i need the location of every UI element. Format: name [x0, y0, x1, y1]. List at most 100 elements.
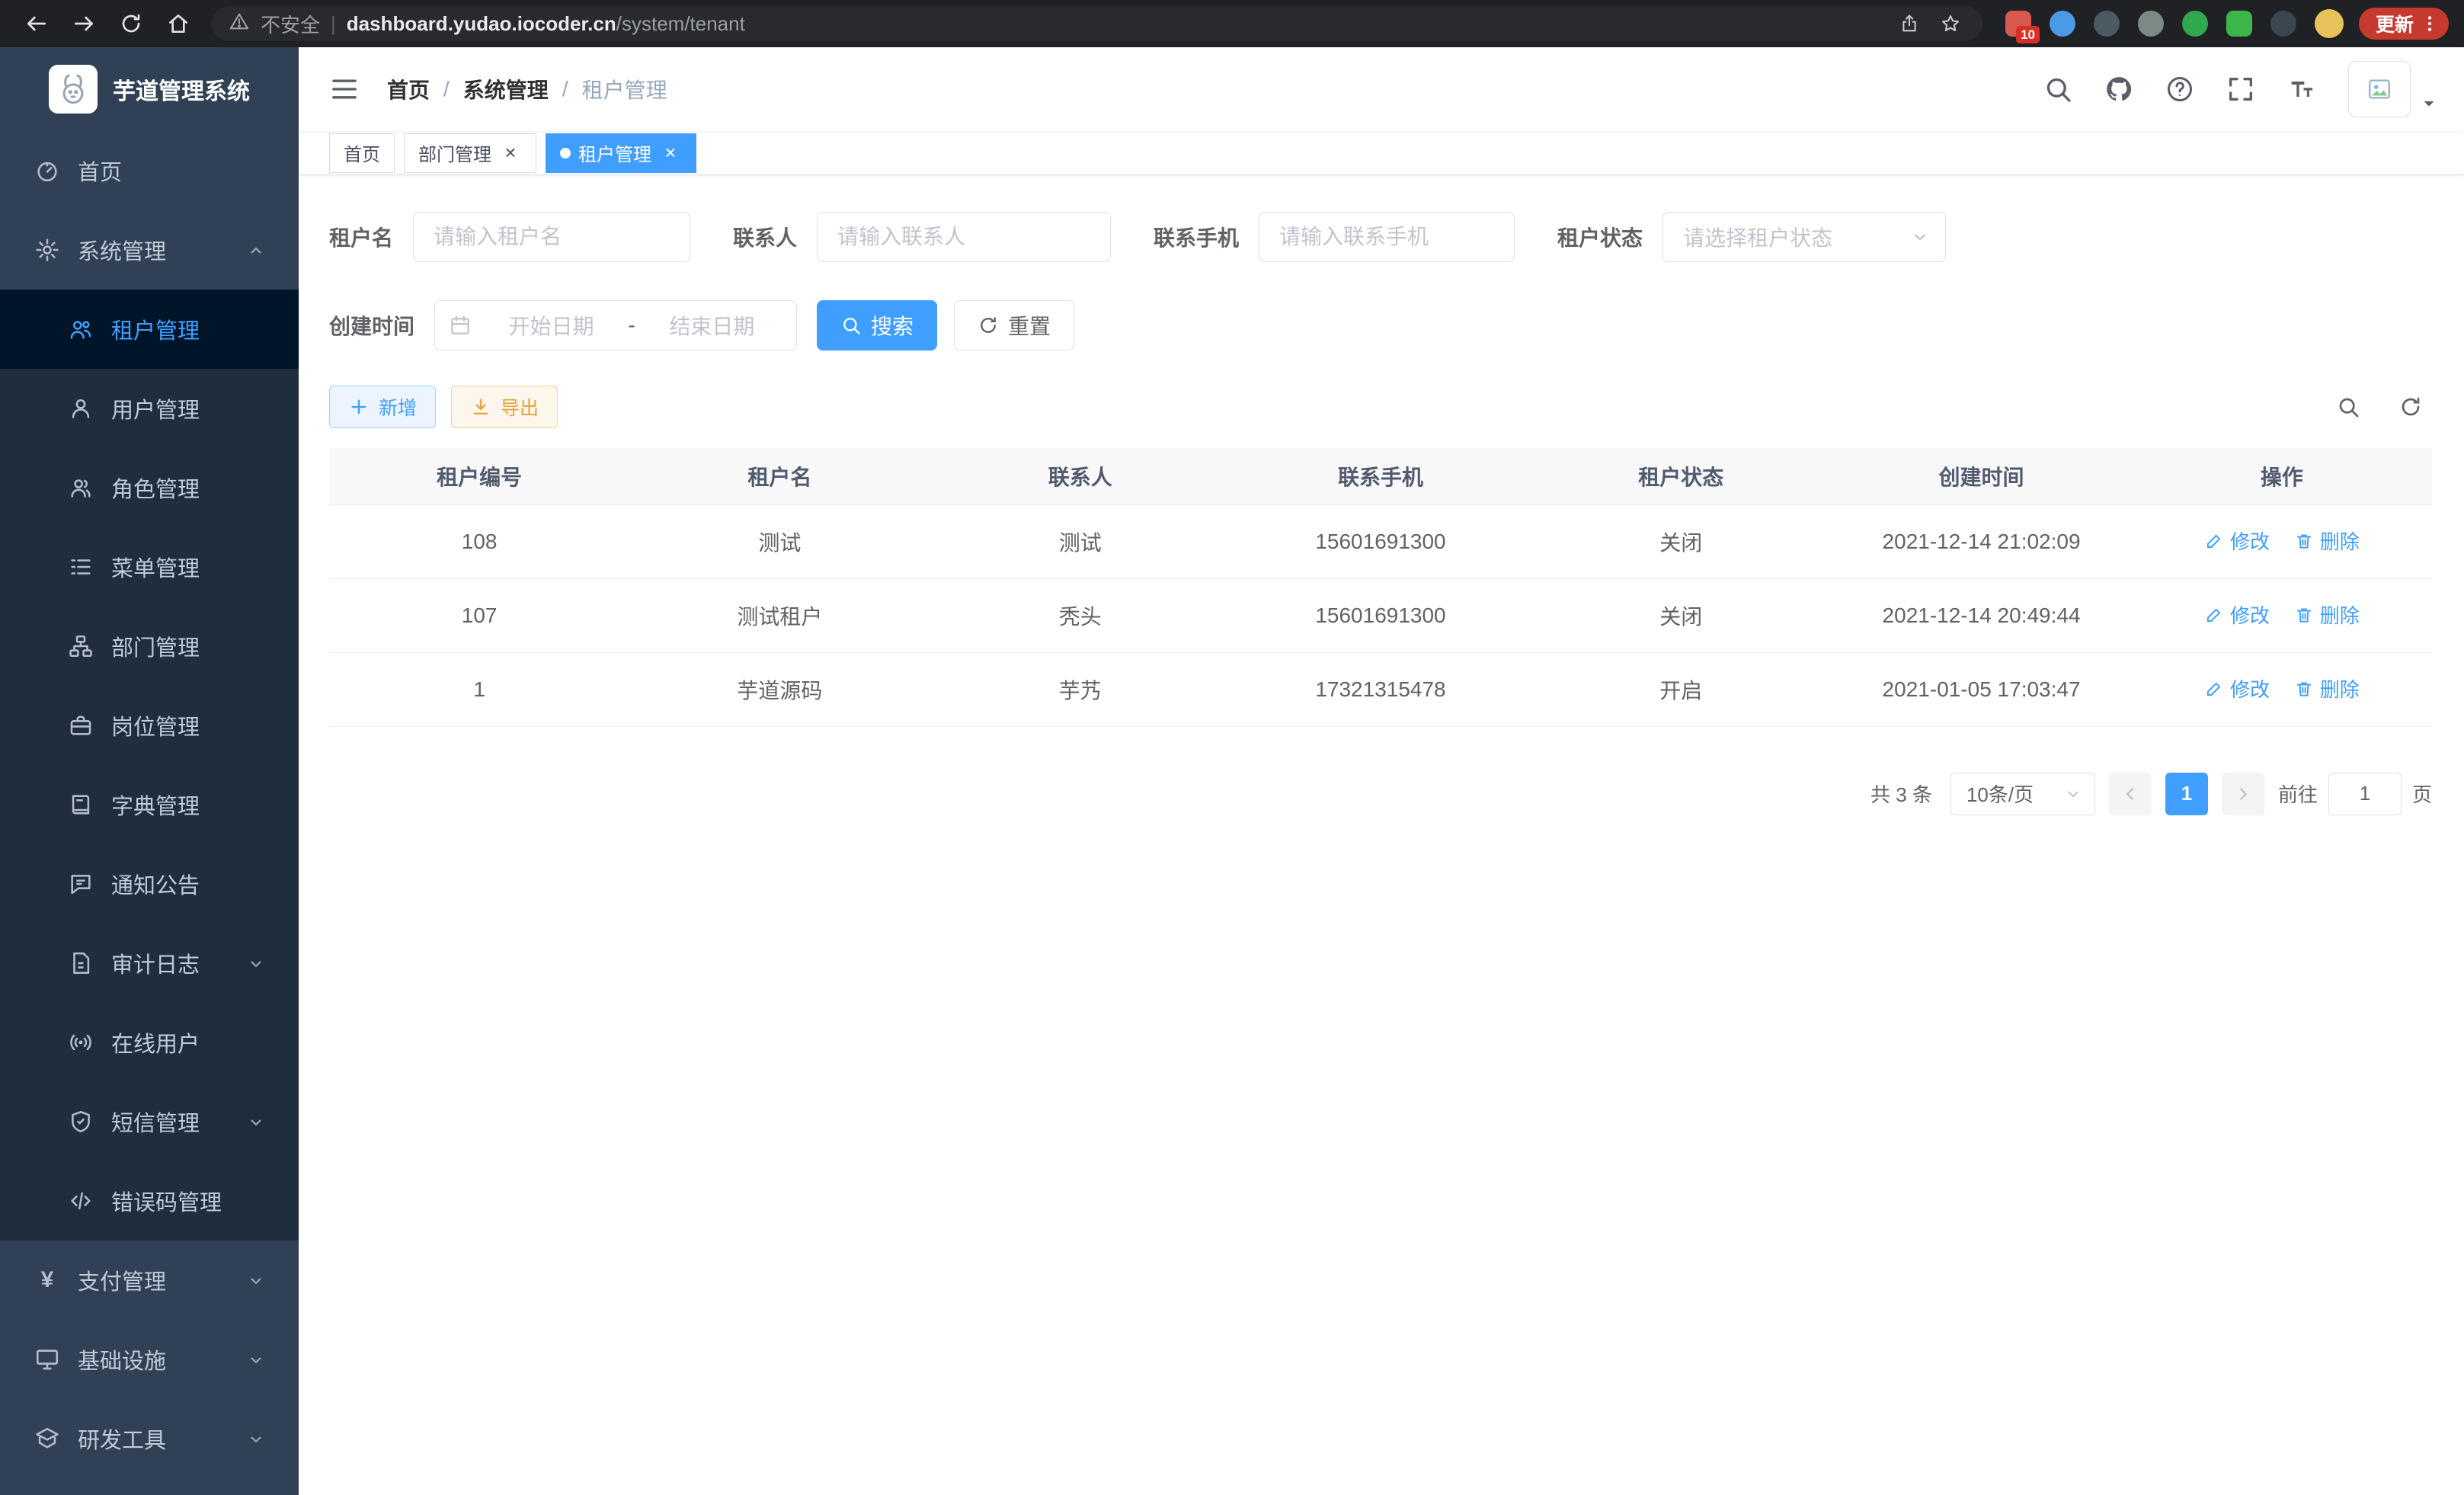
- extension-badge: 10: [2016, 26, 2040, 43]
- sidebar-item-error-code[interactable]: 错误码管理: [0, 1161, 299, 1240]
- sidebar-item-sms-management[interactable]: 短信管理: [0, 1082, 299, 1161]
- extension-icon-1[interactable]: 10: [2005, 11, 2031, 37]
- tenant-name-input[interactable]: [413, 212, 690, 262]
- toggle-search-icon[interactable]: [2327, 386, 2370, 428]
- edit-link[interactable]: 修改: [2204, 600, 2270, 629]
- cell-status: 关闭: [1531, 504, 1831, 578]
- tab-home[interactable]: 首页: [329, 133, 395, 173]
- url-path: /system/tenant: [616, 12, 745, 35]
- add-button-label: 新增: [379, 393, 417, 421]
- browser-forward-icon[interactable]: [62, 5, 105, 42]
- sidebar-item-infrastructure[interactable]: 基础设施: [0, 1320, 299, 1399]
- share-icon[interactable]: [1894, 8, 1925, 39]
- breadcrumb-system[interactable]: 系统管理: [463, 74, 549, 104]
- filter-mobile: 联系手机: [1154, 212, 1515, 262]
- chevron-up-icon: [247, 241, 265, 259]
- contact-input[interactable]: [817, 212, 1111, 262]
- breadcrumb-home[interactable]: 首页: [387, 74, 430, 104]
- fullscreen-icon[interactable]: [2216, 64, 2266, 114]
- page-unit-label: 页: [2412, 780, 2432, 808]
- sidebar-item-online-user[interactable]: 在线用户: [0, 1003, 299, 1082]
- sidebar-item-tenant-management[interactable]: 租户管理: [0, 290, 299, 369]
- add-button[interactable]: 新增: [329, 386, 436, 428]
- announcement-icon: [67, 870, 94, 898]
- sidebar-item-role-management[interactable]: 角色管理: [0, 448, 299, 527]
- search-icon[interactable]: [2033, 64, 2083, 114]
- edit-link[interactable]: 修改: [2204, 674, 2270, 703]
- chevron-down-icon: [247, 1350, 265, 1369]
- tab-dept-management[interactable]: 部门管理 ×: [404, 133, 536, 173]
- cell-tenant-id: 107: [329, 578, 629, 652]
- sidebar-item-post-management[interactable]: 岗位管理: [0, 686, 299, 765]
- page-number-button[interactable]: 1: [2165, 773, 2208, 815]
- sidebar-item-system-management[interactable]: 系统管理: [0, 210, 299, 290]
- navbar-actions: [2033, 61, 2438, 117]
- start-date-placeholder: 开始日期: [481, 310, 622, 341]
- help-icon[interactable]: [2155, 64, 2205, 114]
- cell-actions: 修改 删除: [2132, 652, 2432, 726]
- sidebar-logo[interactable]: 芋道管理系统: [0, 47, 299, 131]
- extension-icon-3[interactable]: [2094, 11, 2120, 37]
- prev-page-button[interactable]: [2109, 773, 2152, 815]
- breadcrumb-current: 租户管理: [582, 74, 667, 104]
- sidebar-item-menu-management[interactable]: 菜单管理: [0, 527, 299, 607]
- extension-icon-2[interactable]: [2050, 11, 2075, 37]
- font-size-icon[interactable]: [2277, 64, 2327, 114]
- end-date-placeholder: 结束日期: [642, 310, 782, 341]
- page-size-select[interactable]: 10条/页: [1950, 773, 2095, 815]
- extension-icon-4[interactable]: [2138, 11, 2164, 37]
- search-button-label: 搜索: [871, 310, 914, 341]
- tab-tenant-management[interactable]: 租户管理 ×: [546, 133, 696, 173]
- next-page-button[interactable]: [2222, 773, 2264, 815]
- sidebar-item-payment[interactable]: ¥ 支付管理: [0, 1240, 299, 1320]
- edit-link[interactable]: 修改: [2204, 527, 2270, 555]
- browser-update-button[interactable]: 更新: [2359, 8, 2449, 40]
- sidebar-item-audit-log[interactable]: 审计日志: [0, 924, 299, 1003]
- status-select[interactable]: 请选择租户状态: [1662, 212, 1946, 262]
- sidebar-item-dept-management[interactable]: 部门管理: [0, 607, 299, 686]
- goto-label: 前往: [2278, 780, 2318, 808]
- sidebar-item-notice[interactable]: 通知公告: [0, 844, 299, 924]
- active-tab-dot: [560, 148, 571, 158]
- sidebar-item-home[interactable]: 首页: [0, 131, 299, 210]
- sidebar-item-dev-tools[interactable]: 研发工具: [0, 1399, 299, 1478]
- cell-contact: 秃头: [930, 578, 1230, 652]
- extension-icon-6[interactable]: [2226, 11, 2252, 37]
- status-select-placeholder: 请选择租户状态: [1683, 222, 1832, 252]
- export-button[interactable]: 导出: [451, 386, 558, 428]
- sidebar-item-user-management[interactable]: 用户管理: [0, 369, 299, 448]
- browser-back-icon[interactable]: [15, 5, 58, 42]
- extension-icon-5[interactable]: [2182, 11, 2208, 37]
- cell-contact: 测试: [930, 504, 1230, 578]
- browser-home-icon[interactable]: [157, 5, 200, 42]
- goto-page-input[interactable]: [2328, 773, 2402, 815]
- profile-avatar-icon[interactable]: [2315, 9, 2344, 38]
- delete-link[interactable]: 删除: [2294, 674, 2360, 703]
- refresh-icon[interactable]: [2389, 386, 2432, 428]
- address-bar[interactable]: 不安全 | dashboard.yudao.iocoder.cn/system/…: [212, 6, 1982, 41]
- date-range-picker[interactable]: 开始日期 - 结束日期: [434, 300, 797, 351]
- github-icon[interactable]: [2094, 64, 2144, 114]
- search-button[interactable]: 搜索: [817, 300, 937, 351]
- delete-link[interactable]: 删除: [2294, 527, 2360, 555]
- sidebar-collapse-icon[interactable]: [325, 69, 364, 109]
- sidebar-item-label: 岗位管理: [111, 709, 200, 741]
- chevron-down-icon: [247, 954, 265, 972]
- close-icon[interactable]: ×: [659, 142, 682, 165]
- delete-link[interactable]: 删除: [2294, 600, 2360, 629]
- cell-actions: 修改 删除: [2132, 504, 2432, 578]
- screen: 不安全 | dashboard.yudao.iocoder.cn/system/…: [0, 0, 2464, 1495]
- extension-icon-7[interactable]: [2270, 11, 2296, 37]
- mobile-input[interactable]: [1259, 212, 1515, 262]
- reset-button[interactable]: 重置: [954, 300, 1074, 351]
- page-content: 租户名 联系人 联系手机 租户状态 请选择租户状态: [299, 175, 2464, 1495]
- extensions-row: 10: [2005, 9, 2344, 38]
- bookmark-star-icon[interactable]: [1935, 8, 1966, 39]
- reset-button-label: 重置: [1008, 310, 1051, 341]
- browser-reload-icon[interactable]: [110, 5, 152, 42]
- sidebar-item-dict-management[interactable]: 字典管理: [0, 765, 299, 844]
- edit-label: 修改: [2230, 674, 2270, 703]
- page-size-value: 10条/页: [1966, 780, 2034, 808]
- close-icon[interactable]: ×: [499, 142, 522, 165]
- user-menu[interactable]: [2348, 61, 2438, 117]
